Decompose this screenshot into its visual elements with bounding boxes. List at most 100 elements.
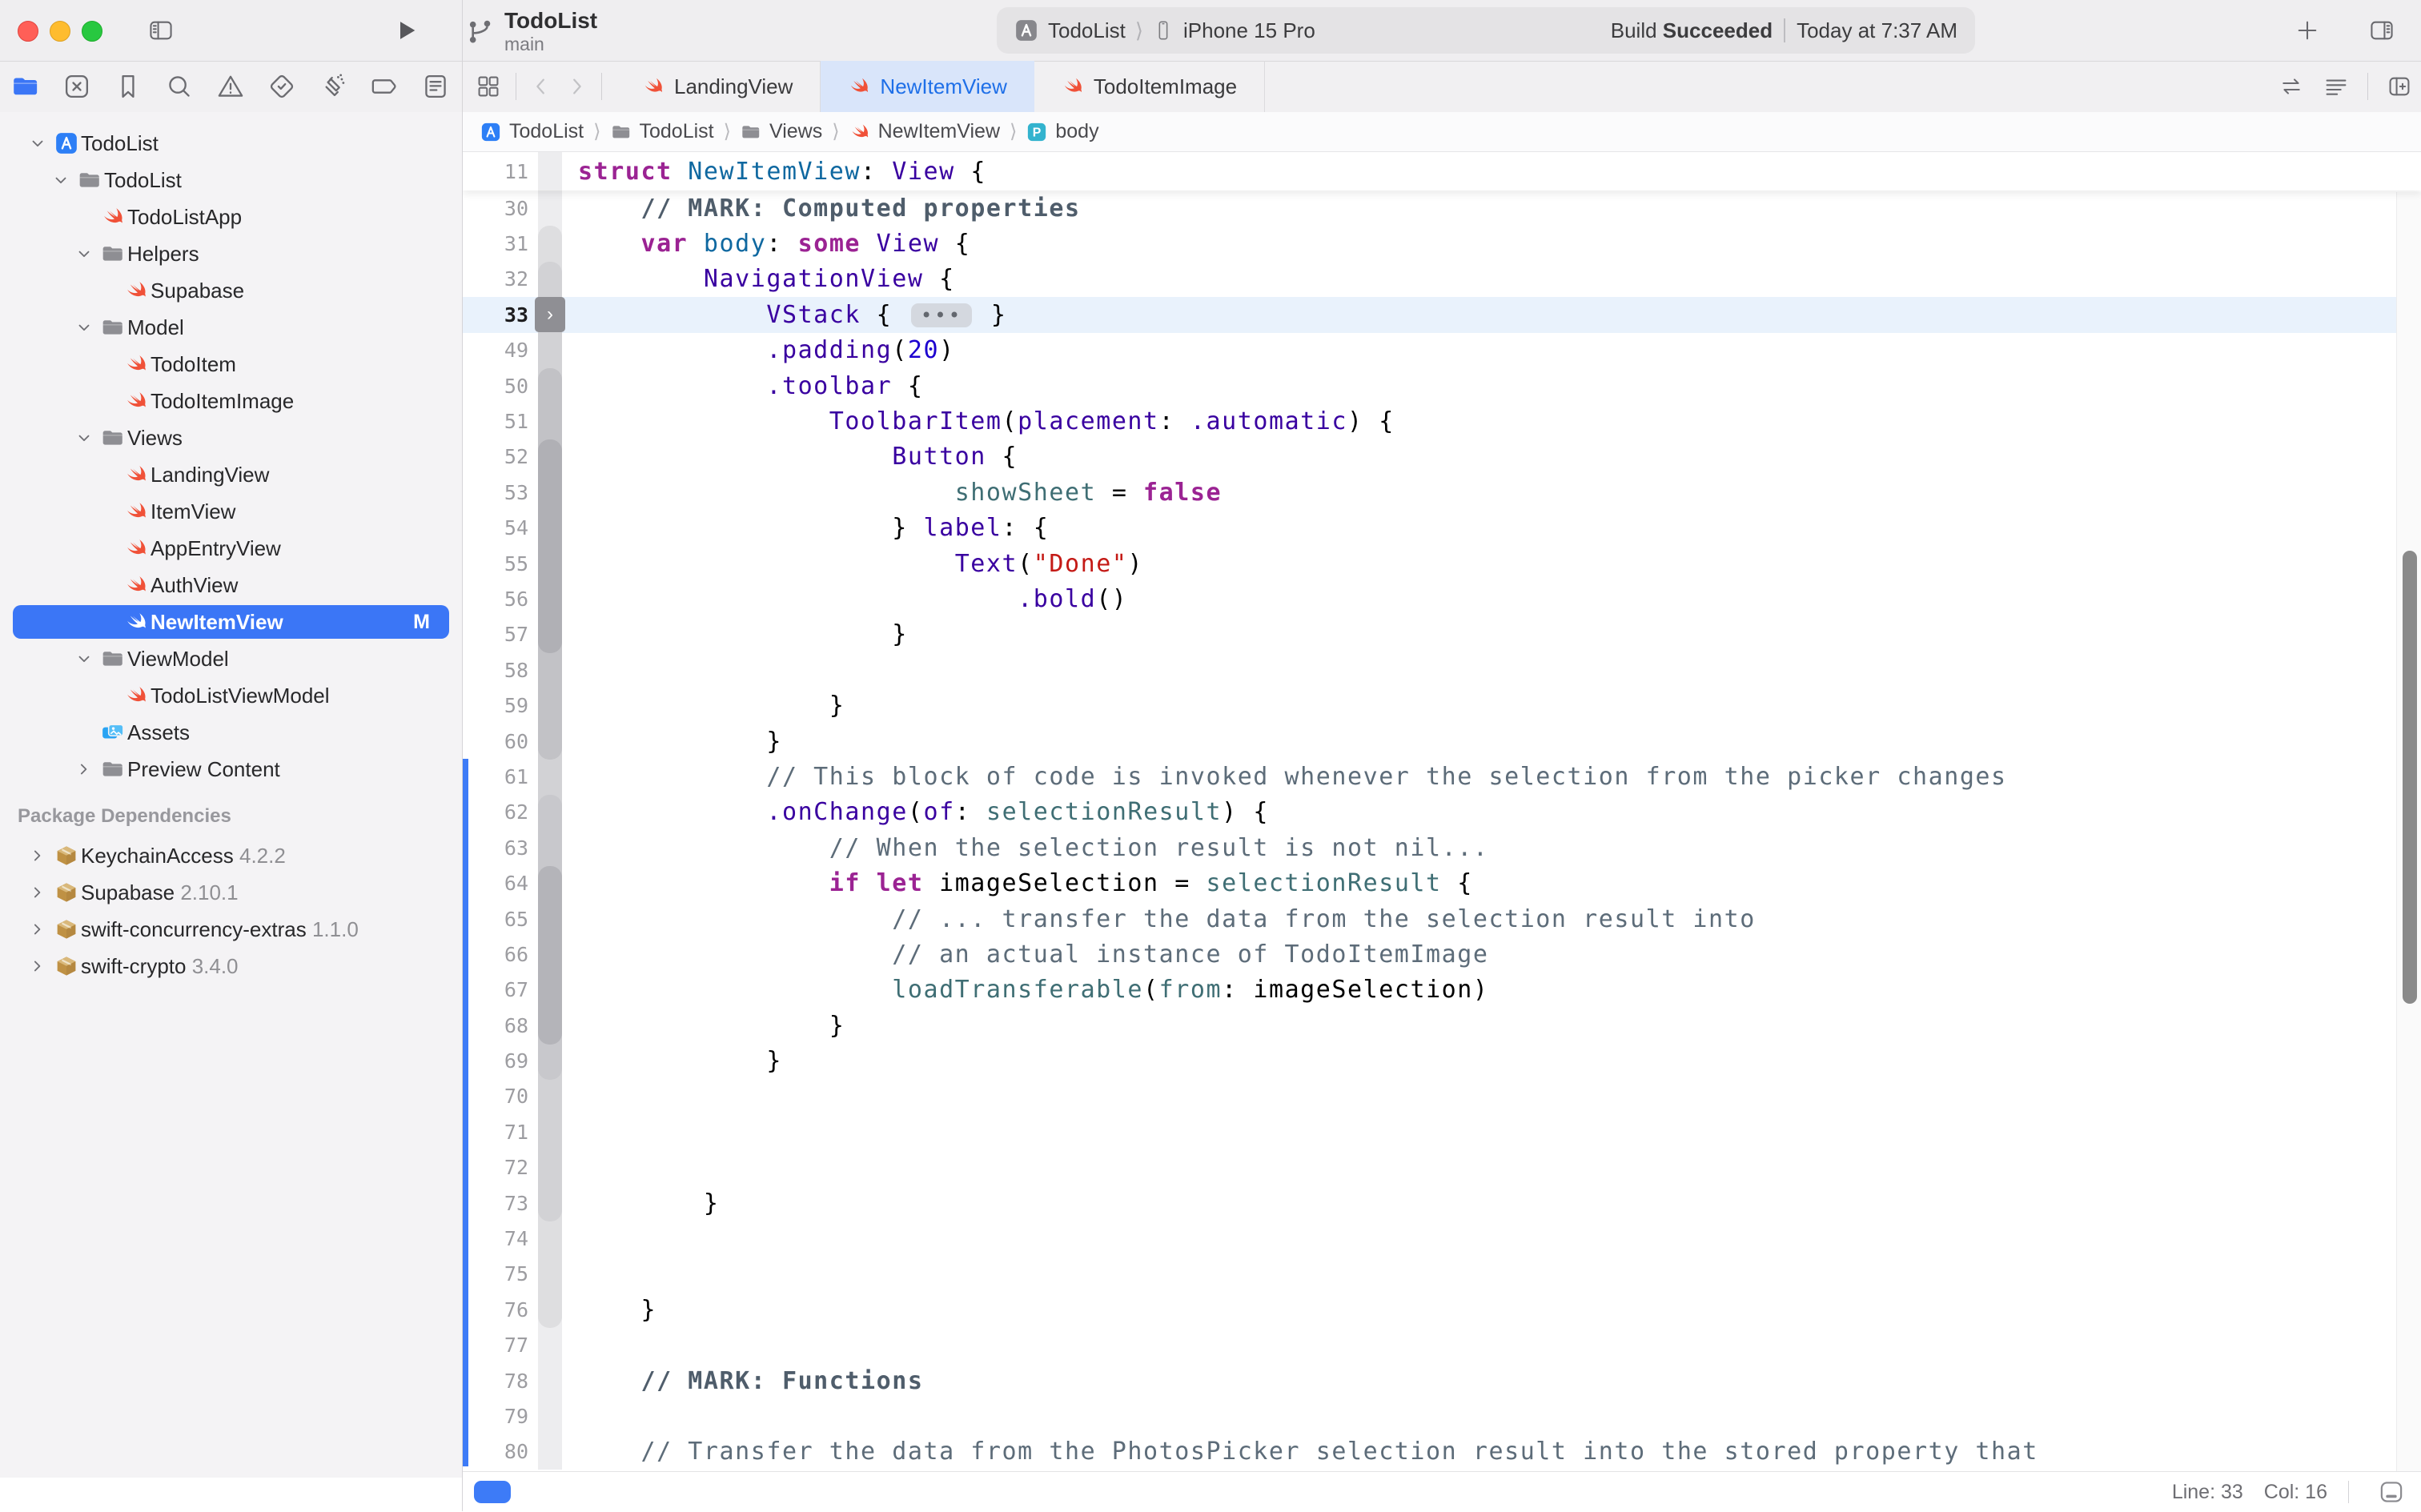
- code-line-67[interactable]: 67 loadTransferable(from: imageSelection…: [463, 973, 2421, 1008]
- chevron-down-icon[interactable]: [75, 429, 93, 447]
- source-control-icon[interactable]: [62, 72, 91, 101]
- line-number[interactable]: 79: [463, 1405, 532, 1428]
- code-line-71[interactable]: 71: [463, 1114, 2421, 1149]
- sidebar-item-TodoListApp[interactable]: TodoListApp: [0, 199, 462, 235]
- line-number[interactable]: 51: [463, 410, 532, 433]
- breadcrumb-item-TodoList[interactable]: TodoList: [611, 120, 714, 143]
- line-number[interactable]: 31: [463, 232, 532, 255]
- project-navigator-icon[interactable]: [11, 72, 40, 101]
- add-item-icon[interactable]: [2295, 18, 2320, 43]
- code-line-31[interactable]: 31 var body: some View {: [463, 226, 2421, 261]
- line-number[interactable]: 75: [463, 1262, 532, 1285]
- breadcrumb-item-TodoList[interactable]: TodoList: [480, 120, 584, 143]
- close-window-button[interactable]: [18, 21, 38, 42]
- breadcrumb-item-body[interactable]: Pbody: [1026, 120, 1098, 143]
- chevron-down-icon[interactable]: [75, 650, 93, 668]
- code-line-63[interactable]: 63 // When the selection result is not n…: [463, 830, 2421, 865]
- reports-icon[interactable]: [421, 72, 450, 101]
- code-line-61[interactable]: 61 // This block of code is invoked when…: [463, 759, 2421, 794]
- editor-scrollbar-thumb[interactable]: [2403, 551, 2417, 1004]
- add-editor-icon[interactable]: [2386, 74, 2413, 99]
- breakpoint-indicator[interactable]: [474, 1481, 511, 1503]
- line-number[interactable]: 63: [463, 836, 532, 860]
- line-number[interactable]: 70: [463, 1085, 532, 1108]
- code-line-59[interactable]: 59 }: [463, 688, 2421, 723]
- code-line-78[interactable]: 78 // MARK: Functions: [463, 1363, 2421, 1398]
- code-line-73[interactable]: 73 }: [463, 1185, 2421, 1221]
- sidebar-item-TodoList[interactable]: TodoList: [0, 162, 462, 199]
- code-line-30[interactable]: 30 // MARK: Computed properties: [463, 191, 2421, 226]
- sidebar-item-AuthView[interactable]: AuthView: [0, 567, 462, 604]
- code-line-52[interactable]: 52 Button {: [463, 439, 2421, 475]
- line-number[interactable]: 56: [463, 588, 532, 611]
- breadcrumb-item-Views[interactable]: Views: [741, 120, 822, 143]
- toggle-inspector-icon[interactable]: [2368, 18, 2395, 43]
- line-number[interactable]: 58: [463, 659, 532, 682]
- jump-bar[interactable]: TodoList⟩TodoList⟩Views⟩NewItemView⟩Pbod…: [463, 112, 2421, 152]
- code-line-74[interactable]: 74: [463, 1221, 2421, 1256]
- line-number[interactable]: 52: [463, 445, 532, 468]
- line-number[interactable]: 53: [463, 481, 532, 504]
- code-line-65[interactable]: 65 // ... transfer the data from the sel…: [463, 901, 2421, 936]
- line-number[interactable]: 69: [463, 1049, 532, 1073]
- chevron-right-icon[interactable]: [29, 884, 46, 901]
- sidebar-item-Model[interactable]: Model: [0, 309, 462, 346]
- find-icon[interactable]: [165, 72, 194, 101]
- related-items-icon[interactable]: [476, 74, 501, 99]
- sidebar-item-TodoItem[interactable]: TodoItem: [0, 346, 462, 383]
- chevron-down-icon[interactable]: [75, 245, 93, 263]
- run-button[interactable]: [394, 18, 420, 43]
- sidebar-item-NewItemView[interactable]: NewItemViewM: [0, 604, 462, 640]
- code-line-69[interactable]: 69 }: [463, 1043, 2421, 1078]
- code-line-32[interactable]: 32 NavigationView {: [463, 262, 2421, 297]
- line-number[interactable]: 61: [463, 765, 532, 788]
- code-line-49[interactable]: 49 .padding(20): [463, 333, 2421, 368]
- breakpoints-icon[interactable]: [370, 72, 399, 101]
- line-number[interactable]: 60: [463, 730, 532, 753]
- package-item-Supabase[interactable]: Supabase 2.10.1: [0, 874, 462, 911]
- code-line-72[interactable]: 72: [463, 1150, 2421, 1185]
- code-fold-ellipsis[interactable]: •••: [911, 303, 972, 327]
- line-number[interactable]: 30: [463, 197, 532, 220]
- line-number[interactable]: 62: [463, 800, 532, 824]
- code-line-80[interactable]: 80 // Transfer the data from the PhotosP…: [463, 1434, 2421, 1470]
- sticky-scope-header[interactable]: 11struct NewItemView: View {: [463, 152, 2421, 191]
- unfold-chevron-icon[interactable]: ›: [535, 297, 565, 332]
- line-number[interactable]: 65: [463, 908, 532, 931]
- code-line-64[interactable]: 64 if let imageSelection = selectionResu…: [463, 865, 2421, 900]
- code-line-51[interactable]: 51 ToolbarItem(placement: .automatic) {: [463, 403, 2421, 439]
- issues-icon[interactable]: [216, 72, 245, 101]
- code-line-58[interactable]: 58: [463, 652, 2421, 688]
- activity-status-bar[interactable]: TodoList ⟩ iPhone 15 Pro Build Succeeded…: [997, 7, 1975, 54]
- debug-icon[interactable]: [319, 72, 347, 101]
- code-line-75[interactable]: 75: [463, 1257, 2421, 1292]
- sidebar-item-ViewModel[interactable]: ViewModel: [0, 640, 462, 677]
- chevron-down-icon[interactable]: [29, 134, 46, 152]
- line-number[interactable]: 73: [463, 1192, 532, 1215]
- sidebar-item-Supabase[interactable]: Supabase: [0, 272, 462, 309]
- scheme-breadcrumb[interactable]: TodoList main: [464, 8, 597, 54]
- go-back-icon[interactable]: [531, 74, 552, 98]
- line-number[interactable]: 59: [463, 694, 532, 717]
- chevron-right-icon[interactable]: [29, 847, 46, 864]
- toggle-bottom-bar-icon[interactable]: [2378, 1478, 2405, 1506]
- code-line-62[interactable]: 62 .onChange(of: selectionResult) {: [463, 795, 2421, 830]
- line-number[interactable]: 57: [463, 623, 532, 646]
- sidebar-item-TodoListViewModel[interactable]: TodoListViewModel: [0, 677, 462, 714]
- sidebar-item-Helpers[interactable]: Helpers: [0, 235, 462, 272]
- code-line-53[interactable]: 53 showSheet = false: [463, 475, 2421, 510]
- code-line-11[interactable]: 11struct NewItemView: View {: [463, 152, 2421, 191]
- zoom-window-button[interactable]: [82, 21, 102, 42]
- sidebar-item-TodoList[interactable]: TodoList: [0, 125, 462, 162]
- package-item-KeychainAccess[interactable]: KeychainAccess 4.2.2: [0, 837, 462, 874]
- package-item-swift-crypto[interactable]: swift-crypto 3.4.0: [0, 948, 462, 985]
- code-line-68[interactable]: 68 }: [463, 1008, 2421, 1043]
- chevron-down-icon[interactable]: [75, 319, 93, 336]
- line-number[interactable]: 11: [463, 160, 532, 183]
- code-line-79[interactable]: 79: [463, 1398, 2421, 1434]
- line-number[interactable]: 78: [463, 1370, 532, 1393]
- bookmarks-icon[interactable]: [114, 72, 143, 101]
- chevron-right-icon[interactable]: [29, 957, 46, 975]
- sidebar-item-TodoItemImage[interactable]: TodoItemImage: [0, 383, 462, 419]
- sidebar-item-LandingView[interactable]: LandingView: [0, 456, 462, 493]
